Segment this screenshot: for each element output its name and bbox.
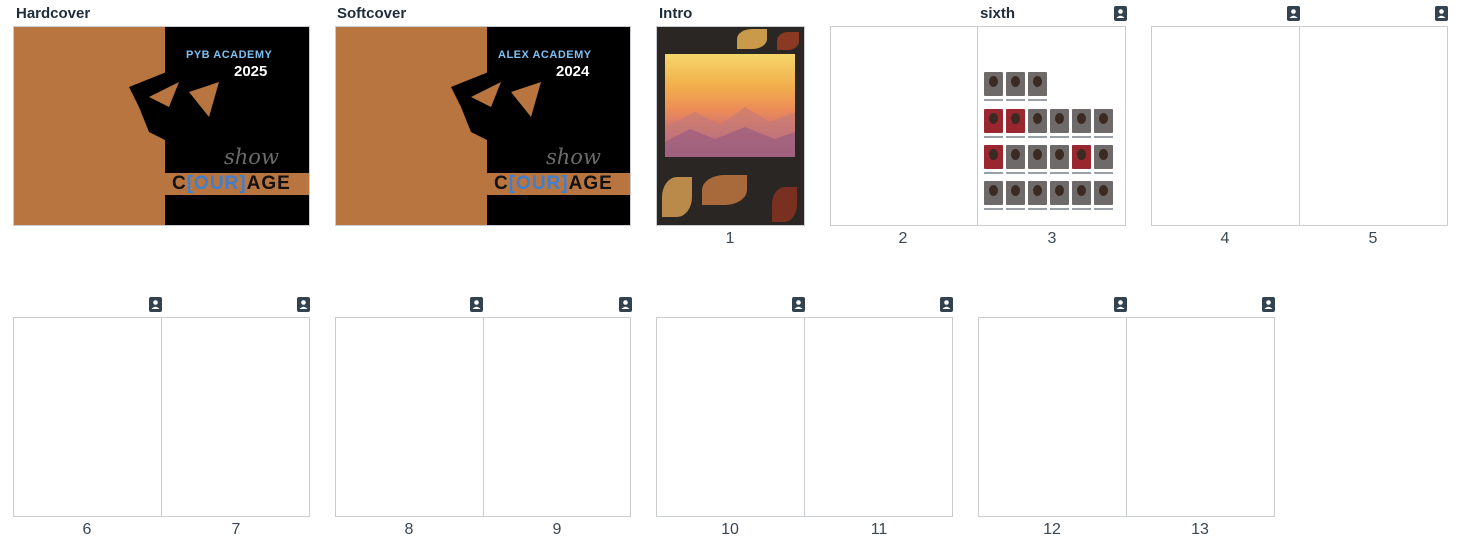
- section-label-sixth: sixth: [980, 5, 1016, 22]
- page-number-6: 6: [82, 521, 92, 538]
- leaf-decoration: [737, 29, 767, 49]
- page-number-7: 7: [231, 521, 241, 538]
- portrait-photo: [1028, 72, 1047, 96]
- person-icon[interactable]: [619, 297, 632, 312]
- portrait-photo: [1028, 145, 1047, 169]
- portrait-grid: [984, 72, 1119, 212]
- cover-year: 2025: [234, 63, 268, 80]
- portrait-photo: [1028, 109, 1047, 133]
- page-number-10: 10: [721, 521, 739, 538]
- person-icon[interactable]: [1435, 6, 1448, 21]
- spread-divider: [161, 318, 162, 516]
- portrait-photo: [1050, 109, 1069, 133]
- portrait-photo: [984, 109, 1003, 133]
- page-number-5: 5: [1368, 230, 1378, 247]
- page-1-thumbnail[interactable]: [656, 26, 805, 226]
- person-icon[interactable]: [1114, 6, 1127, 21]
- portrait-photo: [1006, 109, 1025, 133]
- cover-school-name: ALEX ACADEMY: [498, 49, 592, 61]
- portrait-photo: [984, 72, 1003, 96]
- page-number-11: 11: [870, 521, 888, 538]
- portrait-photo: [984, 145, 1003, 169]
- person-icon[interactable]: [1114, 297, 1127, 312]
- person-icon[interactable]: [149, 297, 162, 312]
- page-number-4: 4: [1220, 230, 1230, 247]
- spread-divider: [1126, 318, 1127, 516]
- cover-title: C[OUR]AGE: [172, 173, 291, 194]
- portrait-photo: [1072, 145, 1091, 169]
- hardcover-thumbnail[interactable]: PYB ACADEMY 2025 show C[OUR]AGE: [13, 26, 310, 226]
- portrait-photo: [984, 181, 1003, 205]
- leaf-decoration: [777, 32, 799, 50]
- portrait-photo: [1094, 145, 1113, 169]
- spread-divider: [804, 318, 805, 516]
- person-icon[interactable]: [470, 297, 483, 312]
- spread-divider: [483, 318, 484, 516]
- spread-divider: [1299, 27, 1300, 225]
- cover-school-name: PYB ACADEMY: [186, 49, 273, 61]
- portrait-photo: [1072, 181, 1091, 205]
- section-label-softcover: Softcover: [337, 5, 407, 22]
- cover-script-word: show: [224, 145, 279, 169]
- spread-divider: [977, 27, 978, 225]
- softcover-thumbnail[interactable]: ALEX ACADEMY 2024 show C[OUR]AGE: [335, 26, 631, 226]
- portrait-photo: [1006, 145, 1025, 169]
- leaf-decoration: [772, 187, 797, 222]
- page-number-3: 3: [1047, 230, 1057, 247]
- cover-title: C[OUR]AGE: [494, 173, 613, 194]
- person-icon[interactable]: [940, 297, 953, 312]
- page-number-2: 2: [898, 230, 908, 247]
- portrait-photo: [1050, 145, 1069, 169]
- person-icon[interactable]: [1262, 297, 1275, 312]
- person-icon[interactable]: [297, 297, 310, 312]
- portrait-photo: [1072, 109, 1091, 133]
- page-number-12: 12: [1043, 521, 1061, 538]
- section-label-hardcover: Hardcover: [16, 5, 91, 22]
- leaf-decoration: [662, 177, 692, 217]
- page-number-8: 8: [404, 521, 414, 538]
- cover-year: 2024: [556, 63, 590, 80]
- page-number-1: 1: [725, 230, 735, 247]
- portrait-photo: [1006, 181, 1025, 205]
- portrait-photo: [1028, 181, 1047, 205]
- mountain-silhouette: [665, 107, 795, 157]
- page-number-13: 13: [1191, 521, 1209, 538]
- person-icon[interactable]: [792, 297, 805, 312]
- person-icon[interactable]: [1287, 6, 1300, 21]
- portrait-photo: [1094, 109, 1113, 133]
- page-number-9: 9: [552, 521, 562, 538]
- cover-script-word: show: [546, 145, 601, 169]
- section-label-intro: Intro: [659, 5, 693, 22]
- portrait-photo: [1006, 72, 1025, 96]
- portrait-photo: [1050, 181, 1069, 205]
- leaf-decoration: [702, 175, 747, 205]
- portrait-photo: [1094, 181, 1113, 205]
